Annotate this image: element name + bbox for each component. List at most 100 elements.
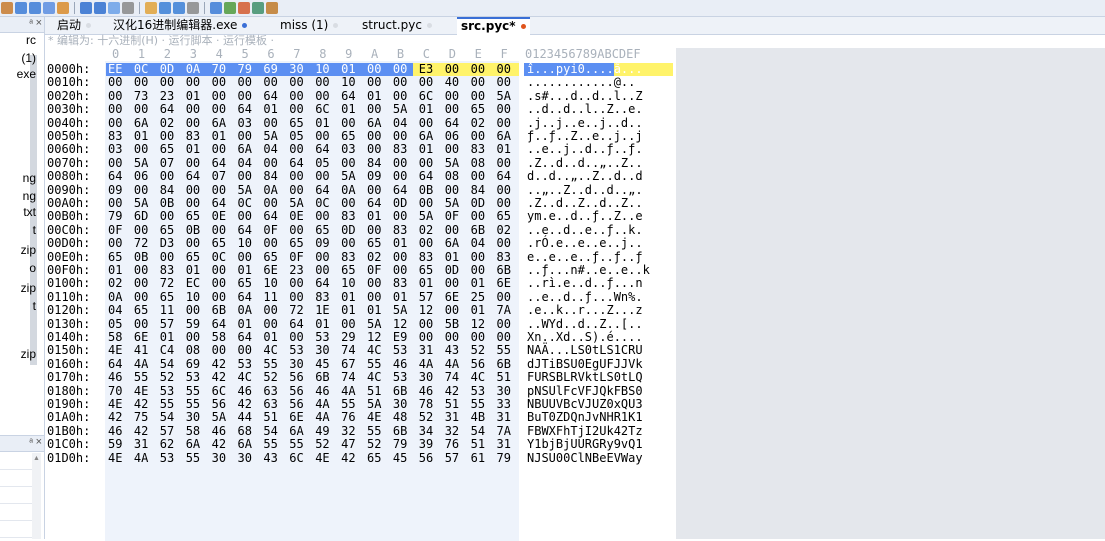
histogram-icon[interactable] [252,2,264,14]
hex-byte[interactable]: 00 [393,170,407,183]
hex-byte[interactable]: 53 [393,344,407,357]
hex-byte[interactable]: 65 [160,223,174,237]
hex-byte[interactable]: 0B [419,183,433,197]
table-row[interactable]: 0130h: 05 00 57 59 64 01 00 64 01 00 5A 12 00 5B 12 00..… [45,317,673,331]
hex-byte[interactable]: 64 [212,156,226,170]
hex-byte[interactable]: 65 [367,451,381,465]
hex-byte[interactable]: 00 [289,223,303,237]
hex-byte[interactable]: 0C [238,197,252,210]
copy-icon[interactable] [15,2,27,14]
hex-byte[interactable]: 54 [471,424,485,438]
hex-byte[interactable]: 5A [393,304,407,317]
hex-byte[interactable]: 0B [160,197,174,210]
hex-byte[interactable]: 00 [393,210,407,223]
hex-byte[interactable]: 03 [108,143,122,156]
pin-icon[interactable]: ᵃ [29,18,33,29]
hex-byte[interactable]: 5A [134,156,148,170]
hex-editor[interactable]: 0123456789ABCDEF 0123456789ABCDEF 0000h:… [45,48,675,541]
hex-byte[interactable]: 75 [134,411,148,424]
hex-byte[interactable]: 42 [212,357,226,371]
goto-icon[interactable] [108,2,120,14]
ascii-text[interactable]: ..e..d..e..ƒ..k. [527,223,673,237]
hex-byte[interactable]: 56 [419,451,433,465]
table-row[interactable]: 0080h: 64 06 00 64 07 00 84 00 00 5A 09 00 64 08 00 64 d.… [45,170,673,183]
table-row[interactable]: 0100h: 02 00 72 EC 00 65 10 00 64 10 00 83 01 00 01 6E..… [45,277,673,290]
hex-byte[interactable]: 00 [471,89,485,103]
hex-byte[interactable]: 43 [263,451,277,465]
hex-byte[interactable]: 40 [445,76,459,89]
hex-byte[interactable]: 00 [289,290,303,304]
hex-byte[interactable]: 30 [419,371,433,384]
hex-byte[interactable]: 65 [186,210,200,223]
hex-byte[interactable]: 05 [289,130,303,143]
hex-byte[interactable]: 5A [134,197,148,210]
hex-byte[interactable]: 00 [212,264,226,277]
hex-byte[interactable]: 01 [108,264,122,277]
hex-byte[interactable]: 52 [263,371,277,384]
hex-byte[interactable]: 00 [289,183,303,197]
hex-byte[interactable]: 6A [445,237,459,250]
hex-byte[interactable]: 54 [160,357,174,371]
hex-byte[interactable]: 00 [393,76,407,89]
hex-byte[interactable]: 64 [315,183,329,197]
table-row[interactable]: 00B0h: 79 6D 00 65 0E 00 64 0E 00 83 01 00 5A 0F 00 65 ym… [45,210,673,223]
hex-byte[interactable]: 6C [315,103,329,116]
hex-byte[interactable]: 4C [263,344,277,357]
hex-byte[interactable]: 55 [186,398,200,411]
hex-byte[interactable]: 29 [341,331,355,344]
hex-byte[interactable]: 00 [471,76,485,89]
hex-byte[interactable]: 6C [212,384,226,398]
hex-byte[interactable]: 01 [186,89,200,103]
table-row[interactable]: 00E0h: 65 0B 00 65 0C 00 65 0F 00 83 02 00 83 01 00 83 e.… [45,250,673,264]
hex-byte[interactable]: 55 [367,357,381,371]
hex-byte[interactable]: 04 [471,237,485,250]
ascii-text[interactable]: NBUUVBcVJUZ0xQU3 [527,398,673,411]
hex-byte[interactable]: 00 [497,197,511,210]
hex-byte[interactable]: 04 [108,304,122,317]
hex-byte[interactable]: 0F [108,223,122,237]
hex-byte[interactable]: 4E [315,451,329,465]
hex-byte[interactable]: 00 [134,223,148,237]
hex-byte[interactable]: 70 [212,63,226,76]
hex-byte[interactable]: 58 [186,424,200,438]
tab-1[interactable]: 启动 [57,18,92,34]
hex-byte[interactable]: 46 [108,424,122,438]
hex-byte[interactable]: 00 [186,116,200,130]
hex-byte[interactable]: 00 [186,304,200,317]
hex-byte[interactable]: 30 [393,398,407,411]
hex-byte[interactable]: 4A [445,357,459,371]
script-icon[interactable] [210,2,222,14]
table-row[interactable]: 01C0h: 59 31 62 6A 42 6A 55 55 52 47 52 79 39 76 51 31 Y1… [45,438,673,451]
hex-byte[interactable]: E9 [393,331,407,344]
hex-byte[interactable]: 64 [289,156,303,170]
ascii-text[interactable]: î...pyi0....ã... [527,63,673,76]
hex-byte[interactable]: 61 [471,451,485,465]
hex-byte[interactable]: 72 [289,304,303,317]
list-item[interactable] [0,521,32,538]
hex-byte[interactable]: 00 [393,63,407,76]
hex-byte[interactable]: 12 [367,331,381,344]
hex-byte[interactable]: 53 [160,384,174,398]
hex-byte[interactable]: 55 [186,384,200,398]
hex-byte[interactable]: 64 [341,89,355,103]
hex-byte[interactable]: 00 [108,156,122,170]
hex-byte[interactable]: 00 [367,143,381,156]
close-icon[interactable]: × [36,436,42,448]
hex-byte[interactable]: 79 [238,63,252,76]
list-item[interactable] [0,487,32,504]
hex-byte[interactable]: 01 [212,130,226,143]
hex-byte[interactable]: 33 [497,398,511,411]
format-icon[interactable] [187,2,199,14]
hex-byte[interactable]: 55 [367,424,381,438]
hex-byte[interactable]: 52 [315,438,329,451]
hex-byte[interactable]: 53 [289,344,303,357]
hex-byte[interactable]: 00 [134,290,148,304]
hex-byte[interactable]: 01 [263,331,277,344]
hex-byte[interactable]: 01 [341,63,355,76]
hex-byte[interactable]: 31 [134,438,148,451]
ascii-text[interactable]: d..d..„..Z..d..d [527,170,673,183]
file-tree-item[interactable]: exe [17,67,36,81]
hex-byte[interactable]: 0A [186,63,200,76]
hex-byte[interactable]: 00 [289,331,303,344]
hex-byte[interactable]: 31 [445,411,459,424]
